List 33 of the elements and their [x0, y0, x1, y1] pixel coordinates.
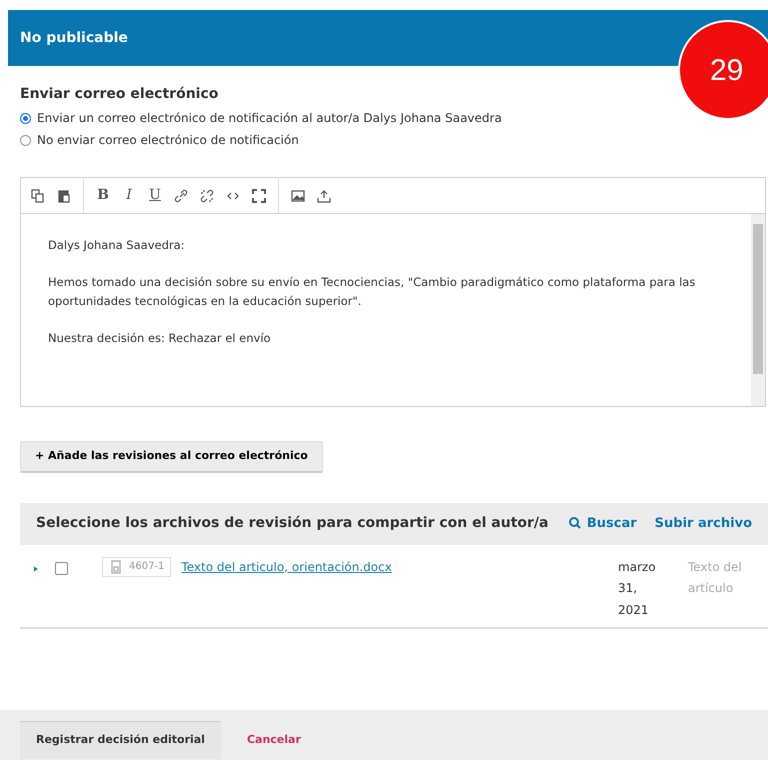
scrollbar[interactable]	[751, 214, 765, 406]
search-link[interactable]: Buscar	[568, 514, 637, 534]
clipboard-icon	[57, 188, 71, 202]
file-checkbox[interactable]	[55, 562, 68, 574]
radio-button[interactable]	[20, 134, 31, 146]
underline-button[interactable]: U	[144, 184, 166, 206]
dialog-title: No publicable	[20, 28, 128, 48]
link-icon	[174, 188, 188, 202]
scrollbar-thumb[interactable]	[753, 224, 763, 374]
submit-button[interactable]: Registrar decisión editorial	[20, 721, 221, 759]
radio-button[interactable]	[20, 112, 31, 124]
expand-icon	[252, 188, 266, 202]
message-paragraph: Hemos tomado una decisión sobre su envío en Tecnociencias, "Cambio paradigmático como plataforma para las oportunidades tecnológicas en la educación superior".	[48, 274, 696, 310]
file-type: Texto del artículo	[688, 558, 743, 598]
broken-link-icon	[200, 188, 214, 202]
italic-button[interactable]: I	[118, 184, 140, 206]
copy-icon	[31, 188, 45, 202]
add-revisions-button[interactable]: + Añade las revisiones al correo electrónico	[20, 441, 323, 472]
document-icon	[109, 560, 123, 574]
cancel-link[interactable]: Cancelar	[240, 730, 307, 750]
number-badge: 29	[678, 20, 768, 120]
file-id: 4607-1	[129, 560, 164, 574]
search-icon	[568, 516, 582, 530]
section-title: Enviar correo electrónico	[20, 85, 220, 104]
message-paragraph: Nuestra decisión es: Rechazar el envío	[48, 330, 272, 347]
upload-file-link[interactable]: Subir archivo	[654, 514, 752, 534]
file-date: marzo 31, 2021	[618, 558, 657, 619]
bold-button[interactable]: B	[92, 184, 114, 206]
image-icon	[291, 188, 305, 202]
file-link[interactable]: Texto del articulo, orientación.docx	[181, 556, 618, 578]
message-paragraph: Dalys Johana Saavedra:	[48, 237, 186, 254]
upload-icon	[317, 188, 331, 202]
grid-title: Seleccione los archivos de revisión para compartir con el autor/a	[36, 514, 550, 533]
